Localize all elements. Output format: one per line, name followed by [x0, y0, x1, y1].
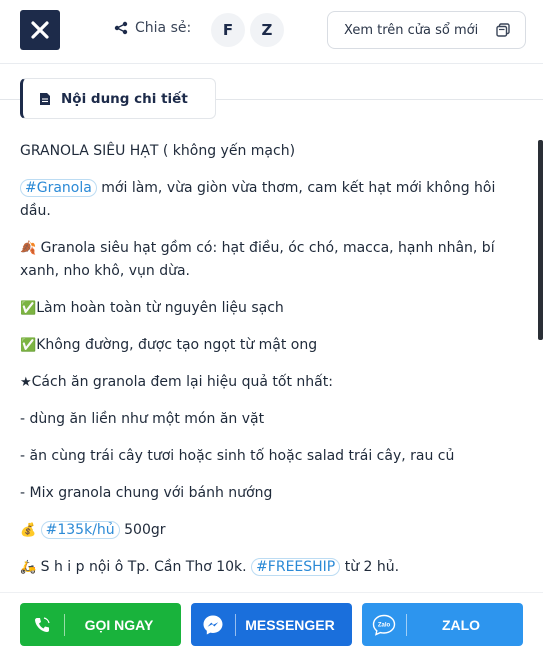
- share-zalo-button[interactable]: Z: [250, 13, 284, 47]
- messenger-label: MESSENGER: [245, 616, 335, 633]
- zalo-label: ZALO: [441, 616, 481, 633]
- window-icon: [496, 23, 510, 37]
- share-label: Chia sẻ:: [135, 20, 192, 36]
- close-icon: [31, 21, 49, 39]
- bike-icon: 🛵: [20, 560, 37, 575]
- share-facebook-button[interactable]: F: [211, 13, 245, 47]
- check-icon: ✅: [20, 301, 37, 316]
- leaf-icon: 🍂: [20, 241, 37, 256]
- hashtag-granola-link[interactable]: #Granola: [20, 179, 97, 197]
- zalo-share-icon: Z: [261, 21, 273, 39]
- product-description: GRANOLA SIÊU HẠT ( không yến mạch) #Gran…: [20, 140, 510, 593]
- scrollbar[interactable]: [538, 140, 543, 340]
- phone-icon: [35, 616, 50, 632]
- facebook-icon: F: [222, 21, 234, 39]
- description-line: ✅Không đường, được tạo ngọt từ mật ong: [20, 337, 318, 353]
- check-icon: ✅: [20, 338, 37, 353]
- star-icon: ★: [20, 375, 32, 390]
- zalo-icon: Zalo: [372, 614, 396, 636]
- tab-detail-content[interactable]: Nội dung chi tiết: [20, 78, 216, 119]
- svg-text:Zalo: Zalo: [378, 622, 391, 628]
- hashtag-freeship-link[interactable]: #FREESHIP: [251, 558, 341, 576]
- messenger-icon: [203, 615, 223, 634]
- open-new-window-button[interactable]: Xem trên cửa sổ mới: [327, 11, 526, 49]
- description-line: 🍂 Granola siêu hạt gồm có: hạt điều, óc …: [20, 240, 495, 279]
- close-button[interactable]: [20, 10, 60, 50]
- money-bag-icon: 💰: [20, 523, 37, 538]
- description-title: GRANOLA SIÊU HẠT ( không yến mạch): [20, 143, 296, 159]
- share-section: Chia sẻ:: [114, 20, 191, 36]
- header-divider: [0, 63, 543, 64]
- tab-label: Nội dung chi tiết: [61, 90, 188, 107]
- share-icon: [114, 21, 128, 35]
- description-line: ★Cách ăn granola đem lại hiệu quả tốt nh…: [20, 374, 333, 390]
- description-line: - Mix granola chung với bánh nướng: [20, 485, 273, 501]
- description-line: #Granola mới làm, vừa giòn vừa thơm, cam…: [20, 179, 496, 219]
- call-now-button[interactable]: GỌI NGAY: [20, 603, 181, 646]
- document-icon: [40, 92, 50, 105]
- messenger-button[interactable]: MESSENGER: [191, 603, 352, 646]
- open-new-window-label: Xem trên cửa sổ mới: [344, 22, 479, 38]
- description-line: - ăn cùng trái cây tươi hoặc sinh tố hoặ…: [20, 448, 455, 464]
- description-line: 💰 #135k/hủ 500gr: [20, 521, 166, 539]
- description-line: - dùng ăn liền như một món ăn vặt: [20, 411, 265, 427]
- hashtag-price-link[interactable]: #135k/hủ: [40, 521, 120, 539]
- call-now-label: GỌI NGAY: [84, 616, 154, 633]
- description-line: ✅Làm hoàn toàn từ nguyên liệu sạch: [20, 300, 284, 316]
- description-line: 🛵 S h i p nội ô Tp. Cần Thơ 10k. #FREESH…: [20, 558, 400, 576]
- zalo-button[interactable]: Zalo ZALO: [362, 603, 523, 646]
